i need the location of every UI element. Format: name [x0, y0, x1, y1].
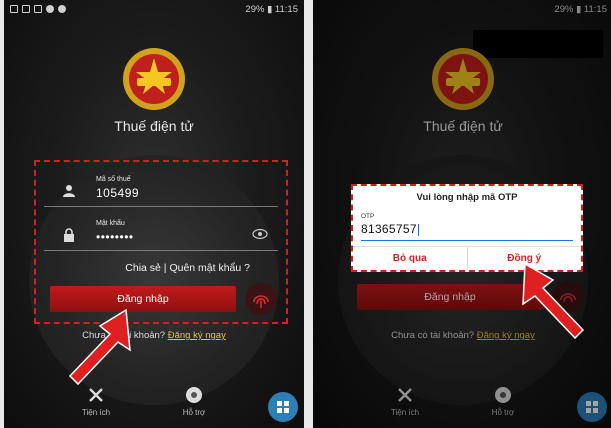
register-link[interactable]: Đăng ký ngay: [168, 330, 226, 341]
password-label: Mật khẩu: [96, 220, 125, 227]
status-text: 29% ▮ 11:15: [237, 3, 298, 15]
otp-input[interactable]: 81365757: [361, 222, 419, 236]
text-cursor: [417, 223, 419, 236]
otp-underline: [361, 240, 573, 241]
grid-icon: [277, 401, 289, 413]
nav-label: Tiện ích: [81, 408, 111, 417]
otp-screen: 29% ▮ 11:15 Thuế điện tử Đăng nhập Chưa …: [313, 0, 611, 428]
notification-icon: [22, 5, 30, 13]
app-title: Thuế điện tử: [114, 118, 194, 134]
notification-icon: [10, 5, 18, 13]
tools-icon: [89, 388, 103, 402]
menu-fab[interactable]: [268, 392, 298, 422]
nav-label: Hỗ trợ: [182, 408, 206, 417]
share-forgot-password-links[interactable]: Chia sẻ | Quên mật khẩu ?: [125, 262, 250, 274]
notification-icon: [34, 5, 42, 13]
pointer-arrow-icon: [522, 262, 585, 340]
lock-icon: [64, 228, 74, 242]
otp-value: 81365757: [361, 222, 417, 236]
notification-icons: [10, 5, 66, 13]
national-emblem-logo: [123, 48, 185, 110]
status-bar: 29% ▮ 11:15: [4, 0, 304, 18]
skip-button[interactable]: Bỏ qua: [353, 247, 467, 270]
nav-item-utilities[interactable]: Tiện ích: [66, 386, 126, 417]
login-form: Mã số thuế 105499 Mật khẩu •••••••• Chia…: [34, 160, 288, 324]
show-password-icon[interactable]: [252, 228, 268, 240]
password-input[interactable]: ••••••••: [96, 230, 134, 244]
notification-icon: [58, 5, 66, 13]
otp-dialog-title: Vui lòng nhập mã OTP: [416, 192, 518, 203]
pointer-arrow-icon: [68, 308, 131, 386]
nav-item-support[interactable]: Hỗ trợ: [164, 386, 224, 417]
login-screen: 29% ▮ 11:15 Thuế điện tử Mã số thuế 1054…: [4, 0, 304, 428]
tax-code-label: Mã số thuế: [96, 176, 131, 183]
field-underline: [44, 250, 278, 251]
register-prompt: Chưa có tài khoản? Đăng ký ngay: [4, 330, 304, 341]
fingerprint-icon[interactable]: [244, 282, 278, 316]
otp-label: OTP: [361, 213, 375, 220]
notification-icon: [46, 5, 54, 13]
field-underline: [44, 206, 278, 207]
user-icon: [63, 185, 75, 197]
otp-dialog: Vui lòng nhập mã OTP OTP 81365757 Bỏ qua…: [351, 184, 583, 272]
tax-code-input[interactable]: 105499: [96, 186, 139, 200]
support-icon: [186, 387, 202, 403]
bottom-nav: Tiện ích Hỗ trợ: [4, 380, 304, 428]
